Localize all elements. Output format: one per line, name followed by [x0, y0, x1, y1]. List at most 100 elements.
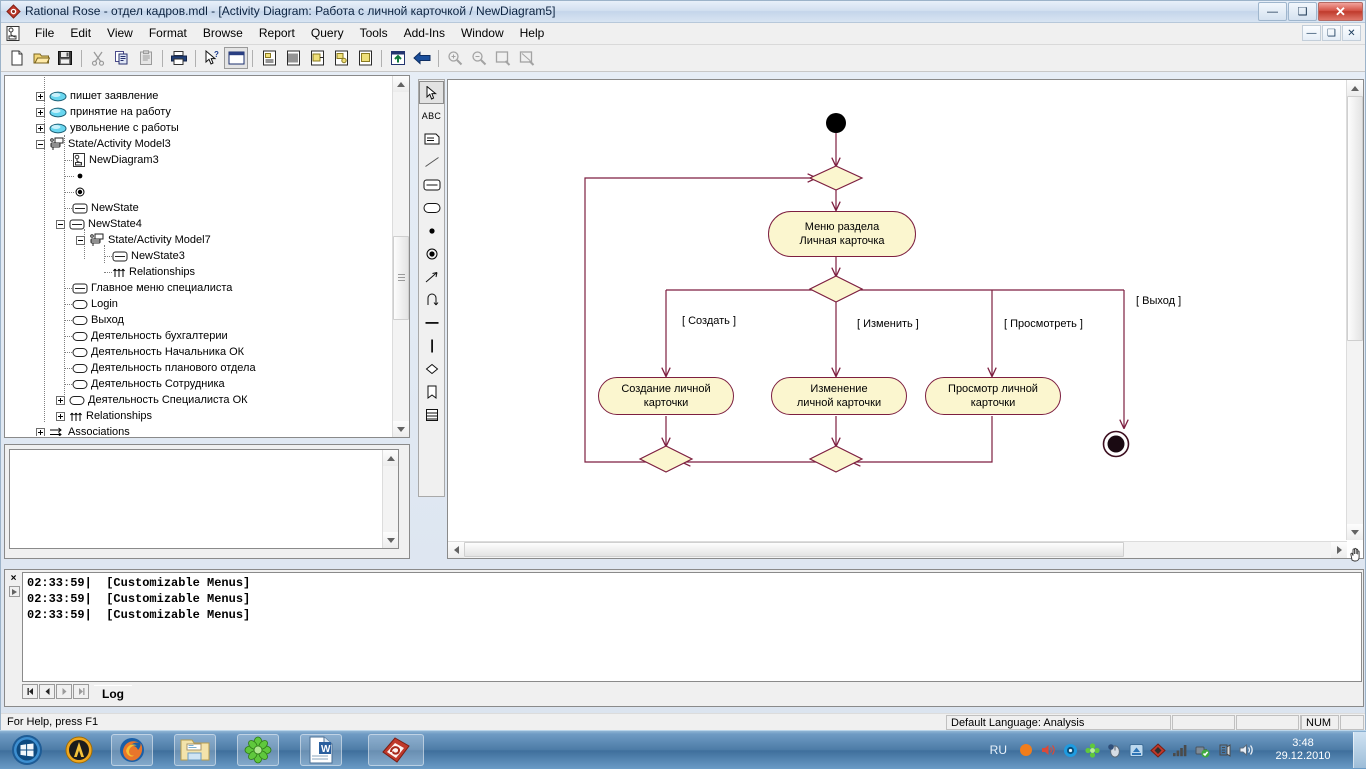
- horizontal-synchronization-tool-button[interactable]: [419, 311, 444, 334]
- orange-dot-icon[interactable]: [1015, 731, 1037, 769]
- expand-toggle-icon[interactable]: [36, 427, 45, 436]
- menu-tools[interactable]: Tools: [352, 24, 396, 43]
- menu-file[interactable]: File: [27, 24, 62, 43]
- tree-item-deyatelnost-buhgalterii[interactable]: Деятельность бухгалтерии: [72, 328, 228, 344]
- menu-report[interactable]: Report: [251, 24, 303, 43]
- taskbar-app-word[interactable]: W: [300, 734, 342, 766]
- object-tool-button[interactable]: [419, 403, 444, 426]
- scroll-right-button[interactable]: [1331, 542, 1347, 558]
- tree-item-relationships-root[interactable]: Relationships: [56, 408, 152, 424]
- transition-to-self-tool-button[interactable]: [419, 288, 444, 311]
- expand-toggle-icon[interactable]: [36, 91, 45, 101]
- mouse-icon[interactable]: [1103, 731, 1125, 769]
- cut-button[interactable]: [86, 47, 110, 69]
- browse-use-case-diagram-button[interactable]: [257, 47, 281, 69]
- scroll-thumb[interactable]: [393, 236, 409, 320]
- print-button[interactable]: [167, 47, 191, 69]
- zoom-in-button[interactable]: [443, 47, 467, 69]
- menu-edit[interactable]: Edit: [62, 24, 99, 43]
- tree-item-newdiagram3[interactable]: NewDiagram3: [72, 152, 159, 168]
- tree-item-deyatelnost-sotrudnika[interactable]: Деятельность Сотрудника: [72, 376, 225, 392]
- diagram-drawing-surface[interactable]: Меню раздела Личная карточка Создание лич…: [448, 80, 1347, 542]
- tree-item-deyatelnost-nachalnika-ok[interactable]: Деятельность Начальника ОК: [72, 344, 244, 360]
- show-desktop-button[interactable]: [1353, 732, 1366, 768]
- activity-node-create[interactable]: Создание личной карточки: [598, 377, 734, 415]
- diagram-vertical-scrollbar[interactable]: [1346, 80, 1363, 540]
- browse-deployment-diagram-button[interactable]: [329, 47, 353, 69]
- anchor-note-tool-button[interactable]: [419, 150, 444, 173]
- end-state-tool-button[interactable]: [419, 242, 444, 265]
- avast-icon[interactable]: [1147, 731, 1169, 769]
- back-button[interactable]: [410, 47, 434, 69]
- menu-help[interactable]: Help: [512, 24, 553, 43]
- pan-hand-icon[interactable]: [1346, 545, 1364, 563]
- swimlane-tool-button[interactable]: [419, 380, 444, 403]
- taskbar-clock[interactable]: 3:48 29.12.2010: [1257, 737, 1349, 763]
- tree-item-deyatelnost-planovogo-otdela[interactable]: Деятельность планового отдела: [72, 360, 256, 376]
- scroll-down-button[interactable]: [393, 421, 409, 437]
- menu-window[interactable]: Window: [453, 24, 512, 43]
- scroll-left-button[interactable]: [448, 542, 464, 558]
- documentation-vertical-scrollbar[interactable]: [382, 450, 398, 548]
- state-transition-tool-button[interactable]: [419, 265, 444, 288]
- state-tool-button[interactable]: [419, 173, 444, 196]
- menu-browse[interactable]: Browse: [195, 24, 251, 43]
- browse-class-diagram-button[interactable]: [224, 47, 248, 69]
- restore-button[interactable]: ❑: [1288, 2, 1317, 21]
- collapse-toggle-icon[interactable]: [76, 235, 85, 245]
- scroll-down-button[interactable]: [1347, 524, 1363, 540]
- log-previous-button[interactable]: [39, 684, 55, 699]
- copy-button[interactable]: [110, 47, 134, 69]
- expand-toggle-icon[interactable]: [36, 123, 45, 133]
- text-tool-button[interactable]: ABC: [419, 104, 444, 127]
- expand-toggle-icon[interactable]: [56, 395, 65, 405]
- activity-node-edit[interactable]: Изменение личной карточки: [771, 377, 907, 415]
- save-model-button[interactable]: [53, 47, 77, 69]
- activity-tool-button[interactable]: [419, 196, 444, 219]
- shield-icon[interactable]: [1059, 731, 1081, 769]
- tree-item-associations[interactable]: Associations: [36, 424, 130, 436]
- paste-button[interactable]: [134, 47, 158, 69]
- documentation-textarea[interactable]: [9, 449, 399, 549]
- tree-item-state-activity-model3[interactable]: State/Activity Model3: [36, 136, 171, 152]
- tree-item-newstate3[interactable]: NewState3: [112, 248, 185, 264]
- tree-item-glavnoe-menyu-specialista[interactable]: Главное меню специалиста: [72, 280, 232, 296]
- collapse-toggle-icon[interactable]: [56, 219, 65, 229]
- scroll-thumb[interactable]: [1347, 96, 1363, 341]
- taskbar-app-avast[interactable]: [58, 734, 100, 766]
- browse-previous-diagram-button[interactable]: [386, 47, 410, 69]
- log-expand-button[interactable]: [9, 586, 20, 597]
- update-icon[interactable]: [1125, 731, 1147, 769]
- tree-item-uvolnenie-s-raboty[interactable]: увольнение с работы: [36, 120, 179, 136]
- taskbar-app-explorer[interactable]: [174, 734, 216, 766]
- vertical-synchronization-tool-button[interactable]: [419, 334, 444, 357]
- mdi-minimize-button[interactable]: —: [1302, 25, 1321, 41]
- log-tab[interactable]: Log: [94, 685, 132, 702]
- tree-item-newstate4[interactable]: NewState4: [56, 216, 142, 232]
- log-text-area[interactable]: 02:33:59| [Customizable Menus] 02:33:59|…: [22, 572, 1362, 682]
- context-help-button[interactable]: ?: [200, 47, 224, 69]
- tree-item-start-state[interactable]: [74, 168, 89, 184]
- new-model-button[interactable]: [5, 47, 29, 69]
- speaker-icon[interactable]: [1235, 731, 1257, 769]
- tree-item-relationships-inner[interactable]: Relationships: [112, 264, 195, 280]
- activity-diagram-canvas[interactable]: Меню раздела Личная карточка Создание лич…: [447, 79, 1364, 559]
- tree-item-pishet-zayavlenie[interactable]: пишет заявление: [36, 88, 158, 104]
- scroll-down-button[interactable]: [383, 532, 398, 548]
- decision-tool-button[interactable]: [419, 357, 444, 380]
- activity-node-view[interactable]: Просмотр личной карточки: [925, 377, 1061, 415]
- taskbar-app-rational-rose[interactable]: [368, 734, 424, 766]
- log-last-button[interactable]: [73, 684, 89, 699]
- note-tool-button[interactable]: [419, 127, 444, 150]
- log-next-button[interactable]: [56, 684, 72, 699]
- model-browser-tree[interactable]: пишет заявление принятие на работу уволь…: [4, 75, 410, 438]
- network-icon[interactable]: [1213, 731, 1235, 769]
- tree-item-end-state[interactable]: [74, 184, 89, 200]
- log-close-button[interactable]: ×: [8, 573, 19, 584]
- scroll-up-button[interactable]: [393, 76, 409, 92]
- minimize-button[interactable]: —: [1258, 2, 1287, 21]
- language-indicator[interactable]: RU: [982, 743, 1015, 757]
- menu-add-ins[interactable]: Add-Ins: [396, 24, 453, 43]
- icq-icon[interactable]: [1081, 731, 1103, 769]
- menu-view[interactable]: View: [99, 24, 141, 43]
